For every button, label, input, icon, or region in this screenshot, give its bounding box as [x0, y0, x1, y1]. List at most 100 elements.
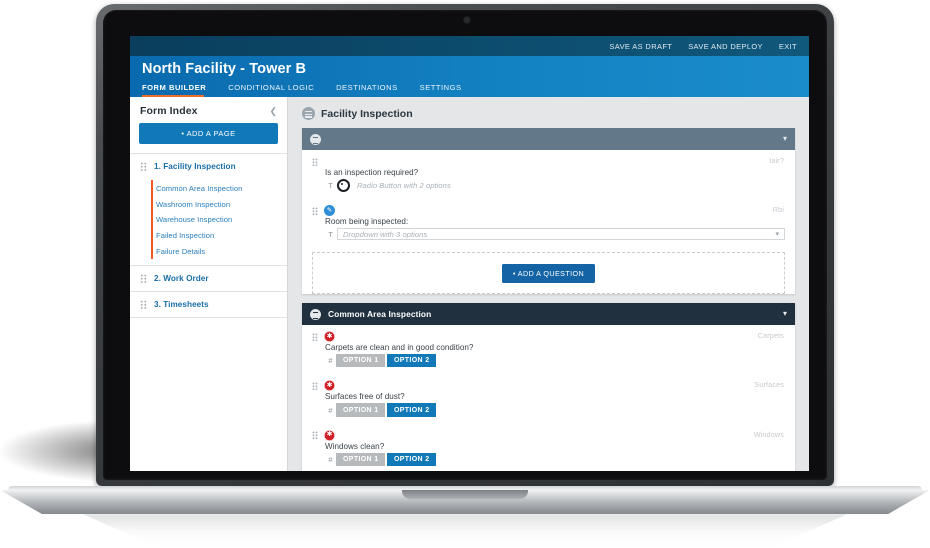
question-row[interactable]: Windows Windows clean? # OPTION 1 OPTION… — [302, 424, 795, 471]
chevron-down-icon[interactable]: ▾ — [783, 135, 787, 143]
question-control[interactable]: T Dropdown with 3 options ▾ — [325, 228, 785, 240]
drag-handle-icon[interactable] — [140, 162, 147, 171]
app-header: North Facility - Tower B FORM BUILDER CO… — [130, 56, 809, 97]
question-top — [312, 380, 785, 392]
question-control[interactable]: # OPTION 1 OPTION 2 — [325, 403, 785, 417]
dropdown-select[interactable]: Dropdown with 3 options ▾ — [337, 228, 785, 240]
form-builder-canvas: Facility Inspection ▾ Iair? Is an inspec… — [288, 97, 809, 471]
question-top — [312, 156, 785, 167]
question-row[interactable]: Iair? Is an inspection required? T Radio… — [302, 150, 795, 199]
webcam-icon — [463, 16, 471, 24]
save-as-draft-button[interactable]: SAVE AS DRAFT — [609, 42, 672, 51]
text-type-icon: T — [328, 229, 333, 239]
question-field-name: Surfaces — [754, 380, 784, 390]
sidebar-subitem-common-area-inspection[interactable]: Common Area Inspection — [156, 181, 287, 197]
option-1-button[interactable]: OPTION 1 — [336, 403, 386, 417]
chevron-down-icon[interactable]: ▾ — [775, 231, 779, 238]
drag-handle-icon[interactable] — [312, 431, 318, 440]
question-field-name: Carpets — [757, 331, 784, 340]
question-label: Carpets are clean and in good condition? — [325, 343, 474, 352]
required-badge-icon — [324, 380, 335, 392]
option-2-button[interactable]: OPTION 2 — [386, 403, 437, 417]
section-card: Common Area Inspection ▾ Carpets Carpets… — [302, 303, 795, 471]
number-type-icon: # — [328, 454, 333, 464]
sidebar-title: Form Index — [140, 105, 198, 117]
drag-handle-icon[interactable] — [312, 332, 318, 341]
control-placeholder: Dropdown with 3 options — [343, 229, 428, 239]
exit-button[interactable]: EXIT — [779, 42, 797, 51]
control-placeholder: Radio Button with 2 options — [357, 181, 451, 190]
sidebar-item-label: 1. Facility Inspection — [154, 162, 236, 171]
drag-handle-icon[interactable] — [312, 381, 318, 390]
question-row[interactable]: Carpets Carpets are clean and in good co… — [302, 325, 795, 374]
laptop-base-notch — [402, 490, 528, 499]
question-label: Is an inspection required? — [325, 168, 419, 177]
sidebar-item-facility-inspection[interactable]: 1. Facility Inspection — [130, 153, 287, 179]
section-title: Common Area Inspection — [328, 309, 432, 319]
tab-destinations[interactable]: DESTINATIONS — [336, 83, 408, 97]
section-card: ▾ Iair? Is an inspection required? T Rad… — [302, 128, 795, 294]
sidebar-header: Form Index ❮ — [130, 97, 287, 117]
question-control[interactable]: # OPTION 1 OPTION 2 — [325, 354, 785, 368]
drag-handle-icon[interactable] — [312, 206, 318, 215]
canvas-title-row: Facility Inspection — [302, 107, 795, 120]
sidebar-subitem-washroom-inspection[interactable]: Washroom Inspection — [156, 197, 287, 213]
screenshot-stage: SAVE AS DRAFT SAVE AND DEPLOY EXIT North… — [0, 0, 930, 548]
question-field-name: Windows — [753, 429, 784, 439]
tab-form-builder[interactable]: FORM BUILDER — [142, 83, 216, 97]
question-top — [312, 429, 785, 441]
question-label: Room being inspected: — [325, 217, 409, 226]
laptop-base-reflection — [82, 514, 848, 548]
canvas-page-title: Facility Inspection — [321, 107, 413, 120]
page-title: North Facility - Tower B — [142, 61, 307, 77]
question-row[interactable]: Surfaces Surfaces free of dust? # OPTION… — [302, 374, 795, 423]
hamburger-icon — [302, 107, 315, 120]
edit-badge-icon[interactable] — [324, 205, 335, 216]
sidebar-subitem-warehouse-inspection[interactable]: Warehouse Inspection — [156, 212, 287, 228]
section-header-common-area-inspection[interactable]: Common Area Inspection ▾ — [302, 303, 795, 325]
option-2-button[interactable]: OPTION 2 — [386, 354, 437, 368]
drag-handle-icon[interactable] — [140, 273, 147, 283]
option-1-button[interactable]: OPTION 1 — [336, 354, 386, 368]
main-tabs: FORM BUILDER CONDITIONAL LOGIC DESTINATI… — [142, 83, 484, 97]
tab-settings[interactable]: SETTINGS — [420, 83, 472, 97]
hamburger-icon — [310, 308, 321, 320]
required-badge-icon — [324, 429, 335, 441]
sidebar-empty-area — [130, 316, 287, 468]
question-field-name: Rbi — [772, 205, 784, 214]
question-label: Windows clean? — [325, 441, 385, 451]
radio-button-icon[interactable] — [337, 179, 350, 192]
add-a-question-button[interactable]: • ADD A QUESTION — [501, 264, 596, 283]
app-screen: SAVE AS DRAFT SAVE AND DEPLOY EXIT North… — [130, 36, 809, 471]
add-a-page-button[interactable]: • ADD A PAGE — [139, 123, 278, 144]
question-row[interactable]: Rbi Room being inspected: T Dropdown wit… — [302, 199, 795, 247]
tab-conditional-logic[interactable]: CONDITIONAL LOGIC — [228, 83, 324, 97]
question-top — [312, 205, 785, 216]
question-label: Surfaces free of dust? — [325, 392, 405, 402]
sidebar-subpages: Common Area Inspection Washroom Inspecti… — [130, 179, 287, 265]
number-type-icon: # — [328, 405, 333, 415]
option-2-button[interactable]: OPTION 2 — [386, 452, 437, 467]
question-control[interactable]: # OPTION 1 OPTION 2 — [325, 452, 785, 467]
laptop-base — [0, 468, 930, 548]
sidebar-item-timesheets[interactable]: 3. Timesheets — [130, 290, 287, 317]
question-top — [312, 331, 785, 342]
form-index-sidebar: Form Index ❮ • ADD A PAGE 1. Facility In… — [130, 97, 288, 471]
drag-handle-icon[interactable] — [312, 157, 318, 166]
text-type-icon: T — [328, 181, 333, 190]
save-and-deploy-button[interactable]: SAVE AND DEPLOY — [688, 42, 763, 51]
add-question-dropzone[interactable]: • ADD A QUESTION — [312, 252, 785, 294]
sidebar-item-label: 2. Work Order — [154, 273, 209, 283]
option-1-button[interactable]: OPTION 1 — [336, 452, 386, 467]
drag-handle-icon[interactable] — [140, 299, 147, 309]
chevron-left-icon[interactable]: ❮ — [269, 106, 277, 116]
utility-bar: SAVE AS DRAFT SAVE AND DEPLOY EXIT — [130, 36, 809, 56]
chevron-down-icon[interactable]: ▾ — [783, 310, 787, 318]
question-control[interactable]: T Radio Button with 2 options — [325, 179, 785, 192]
required-badge-icon — [324, 331, 335, 342]
sidebar-subitem-failed-inspection[interactable]: Failed Inspection — [156, 228, 287, 244]
sidebar-subitem-failure-details[interactable]: Failure Details — [156, 243, 287, 259]
number-type-icon: # — [328, 356, 333, 366]
sidebar-item-work-order[interactable]: 2. Work Order — [130, 264, 287, 291]
section-header-untitled[interactable]: ▾ — [302, 128, 795, 150]
